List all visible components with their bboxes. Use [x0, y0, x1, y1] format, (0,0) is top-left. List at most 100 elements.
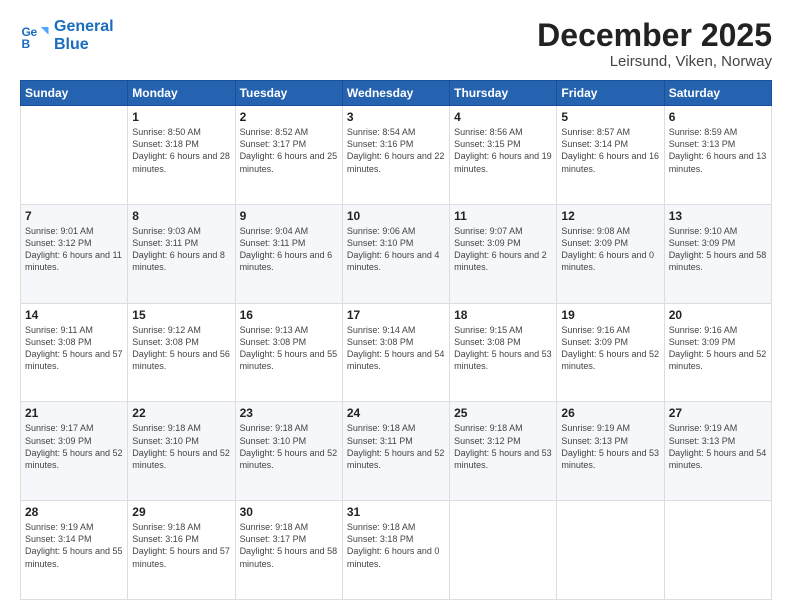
cell-info: Sunrise: 8:59 AMSunset: 3:13 PMDaylight:… [669, 126, 767, 175]
cell-date: 4 [454, 110, 552, 124]
cell-date: 9 [240, 209, 338, 223]
calendar-week-1: 1Sunrise: 8:50 AMSunset: 3:18 PMDaylight… [21, 106, 772, 205]
cell-date: 17 [347, 308, 445, 322]
cell-info: Sunrise: 9:18 AMSunset: 3:12 PMDaylight:… [454, 422, 552, 471]
cell-date: 3 [347, 110, 445, 124]
cell-date: 5 [561, 110, 659, 124]
cell-date: 1 [132, 110, 230, 124]
calendar-week-3: 14 Sunrise: 9:11 AMSunset: 3:08 PMDayligh… [21, 303, 772, 402]
cell-date: 26 [561, 406, 659, 420]
cell-date: 14 [25, 308, 123, 322]
cell-date: 13 [669, 209, 767, 223]
calendar-cell: 10 Sunrise: 9:06 AMSunset: 3:10 PMDayligh… [342, 204, 449, 303]
cell-date: 31 [347, 505, 445, 519]
cell-date: 24 [347, 406, 445, 420]
cell-info: Sunrise: 9:18 AMSunset: 3:11 PMDaylight:… [347, 422, 445, 471]
cell-date: 10 [347, 209, 445, 223]
cell-date: 21 [25, 406, 123, 420]
header-day-monday: Monday [128, 81, 235, 106]
cell-date: 8 [132, 209, 230, 223]
header-day-sunday: Sunday [21, 81, 128, 106]
calendar-cell: 26 Sunrise: 9:19 AMSunset: 3:13 PMDayligh… [557, 402, 664, 501]
cell-info: Sunrise: 8:57 AMSunset: 3:14 PMDaylight:… [561, 126, 659, 175]
cell-date: 23 [240, 406, 338, 420]
calendar-cell [21, 106, 128, 205]
calendar-cell: 23 Sunrise: 9:18 AMSunset: 3:10 PMDayligh… [235, 402, 342, 501]
cell-date: 27 [669, 406, 767, 420]
cell-info: Sunrise: 8:52 AMSunset: 3:17 PMDaylight:… [240, 126, 338, 175]
header-day-wednesday: Wednesday [342, 81, 449, 106]
cell-info: Sunrise: 9:18 AMSunset: 3:16 PMDaylight:… [132, 521, 230, 570]
header-day-tuesday: Tuesday [235, 81, 342, 106]
cell-date: 30 [240, 505, 338, 519]
title-block: December 2025 Leirsund, Viken, Norway [537, 18, 772, 70]
cell-date: 29 [132, 505, 230, 519]
calendar-table: SundayMondayTuesdayWednesdayThursdayFrid… [20, 80, 772, 600]
cell-date: 2 [240, 110, 338, 124]
logo-icon: G e B [20, 21, 50, 51]
cell-info: Sunrise: 9:01 AMSunset: 3:12 PMDaylight:… [25, 225, 123, 274]
calendar-cell: 22Sunrise: 9:18 AMSunset: 3:10 PMDayligh… [128, 402, 235, 501]
calendar-cell: 13 Sunrise: 9:10 AMSunset: 3:09 PMDayligh… [664, 204, 771, 303]
calendar-cell: 9 Sunrise: 9:04 AMSunset: 3:11 PMDaylight… [235, 204, 342, 303]
cell-info: Sunrise: 9:18 AMSunset: 3:18 PMDaylight:… [347, 521, 445, 570]
cell-info: Sunrise: 9:08 AMSunset: 3:09 PMDaylight:… [561, 225, 659, 274]
logo-line2: Blue [54, 36, 114, 54]
header-day-thursday: Thursday [450, 81, 557, 106]
calendar-cell: 29 Sunrise: 9:18 AMSunset: 3:16 PMDayligh… [128, 501, 235, 600]
cell-info: Sunrise: 9:16 AMSunset: 3:09 PMDaylight:… [561, 324, 659, 373]
cell-info: Sunrise: 9:11 AMSunset: 3:08 PMDaylight:… [25, 324, 123, 373]
calendar-cell: 14 Sunrise: 9:11 AMSunset: 3:08 PMDayligh… [21, 303, 128, 402]
calendar-cell: 24 Sunrise: 9:18 AMSunset: 3:11 PMDayligh… [342, 402, 449, 501]
calendar-cell: 19 Sunrise: 9:16 AMSunset: 3:09 PMDayligh… [557, 303, 664, 402]
page-header: G e B General Blue December 2025 Leirsun… [20, 18, 772, 70]
calendar-cell: 21Sunrise: 9:17 AMSunset: 3:09 PMDayligh… [21, 402, 128, 501]
calendar-cell [450, 501, 557, 600]
calendar-cell: 15 Sunrise: 9:12 AMSunset: 3:08 PMDayligh… [128, 303, 235, 402]
calendar-cell: 16Sunrise: 9:13 AMSunset: 3:08 PMDayligh… [235, 303, 342, 402]
cell-date: 15 [132, 308, 230, 322]
page-title: December 2025 [537, 18, 772, 53]
svg-text:e: e [31, 25, 38, 39]
calendar-cell: 31 Sunrise: 9:18 AMSunset: 3:18 PMDayligh… [342, 501, 449, 600]
cell-info: Sunrise: 9:19 AMSunset: 3:13 PMDaylight:… [669, 422, 767, 471]
cell-info: Sunrise: 9:04 AMSunset: 3:11 PMDaylight:… [240, 225, 338, 274]
cell-info: Sunrise: 9:18 AMSunset: 3:17 PMDaylight:… [240, 521, 338, 570]
cell-info: Sunrise: 8:56 AMSunset: 3:15 PMDaylight:… [454, 126, 552, 175]
cell-date: 7 [25, 209, 123, 223]
page-subtitle: Leirsund, Viken, Norway [537, 53, 772, 70]
cell-info: Sunrise: 9:07 AMSunset: 3:09 PMDaylight:… [454, 225, 552, 274]
calendar-cell: 30 Sunrise: 9:18 AMSunset: 3:17 PMDayligh… [235, 501, 342, 600]
calendar-cell: 18Sunrise: 9:15 AMSunset: 3:08 PMDayligh… [450, 303, 557, 402]
cell-info: Sunrise: 9:18 AMSunset: 3:10 PMDaylight:… [240, 422, 338, 471]
calendar-cell: 3 Sunrise: 8:54 AMSunset: 3:16 PMDaylight… [342, 106, 449, 205]
calendar-cell: 20 Sunrise: 9:16 AMSunset: 3:09 PMDayligh… [664, 303, 771, 402]
cell-info: Sunrise: 9:06 AMSunset: 3:10 PMDaylight:… [347, 225, 445, 274]
cell-info: Sunrise: 9:12 AMSunset: 3:08 PMDaylight:… [132, 324, 230, 373]
cell-date: 22 [132, 406, 230, 420]
cell-date: 6 [669, 110, 767, 124]
cell-info: Sunrise: 9:16 AMSunset: 3:09 PMDaylight:… [669, 324, 767, 373]
calendar-cell: 12Sunrise: 9:08 AMSunset: 3:09 PMDayligh… [557, 204, 664, 303]
cell-info: Sunrise: 9:19 AMSunset: 3:14 PMDaylight:… [25, 521, 123, 570]
calendar-header-row: SundayMondayTuesdayWednesdayThursdayFrid… [21, 81, 772, 106]
calendar-cell: 8 Sunrise: 9:03 AMSunset: 3:11 PMDaylight… [128, 204, 235, 303]
calendar-cell: 11Sunrise: 9:07 AMSunset: 3:09 PMDayligh… [450, 204, 557, 303]
cell-date: 28 [25, 505, 123, 519]
cell-date: 19 [561, 308, 659, 322]
calendar-cell: 4 Sunrise: 8:56 AMSunset: 3:15 PMDaylight… [450, 106, 557, 205]
calendar-cell: 5 Sunrise: 8:57 AMSunset: 3:14 PMDaylight… [557, 106, 664, 205]
calendar-cell: 7 Sunrise: 9:01 AMSunset: 3:12 PMDaylight… [21, 204, 128, 303]
cell-info: Sunrise: 9:03 AMSunset: 3:11 PMDaylight:… [132, 225, 230, 274]
calendar-week-5: 28 Sunrise: 9:19 AMSunset: 3:14 PMDayligh… [21, 501, 772, 600]
cell-info: Sunrise: 9:19 AMSunset: 3:13 PMDaylight:… [561, 422, 659, 471]
cell-date: 20 [669, 308, 767, 322]
calendar-cell [557, 501, 664, 600]
cell-info: Sunrise: 8:54 AMSunset: 3:16 PMDaylight:… [347, 126, 445, 175]
calendar-cell: 27 Sunrise: 9:19 AMSunset: 3:13 PMDayligh… [664, 402, 771, 501]
header-day-saturday: Saturday [664, 81, 771, 106]
cell-date: 18 [454, 308, 552, 322]
calendar-cell: 1Sunrise: 8:50 AMSunset: 3:18 PMDaylight… [128, 106, 235, 205]
calendar-cell: 6 Sunrise: 8:59 AMSunset: 3:13 PMDaylight… [664, 106, 771, 205]
cell-info: Sunrise: 9:10 AMSunset: 3:09 PMDaylight:… [669, 225, 767, 274]
